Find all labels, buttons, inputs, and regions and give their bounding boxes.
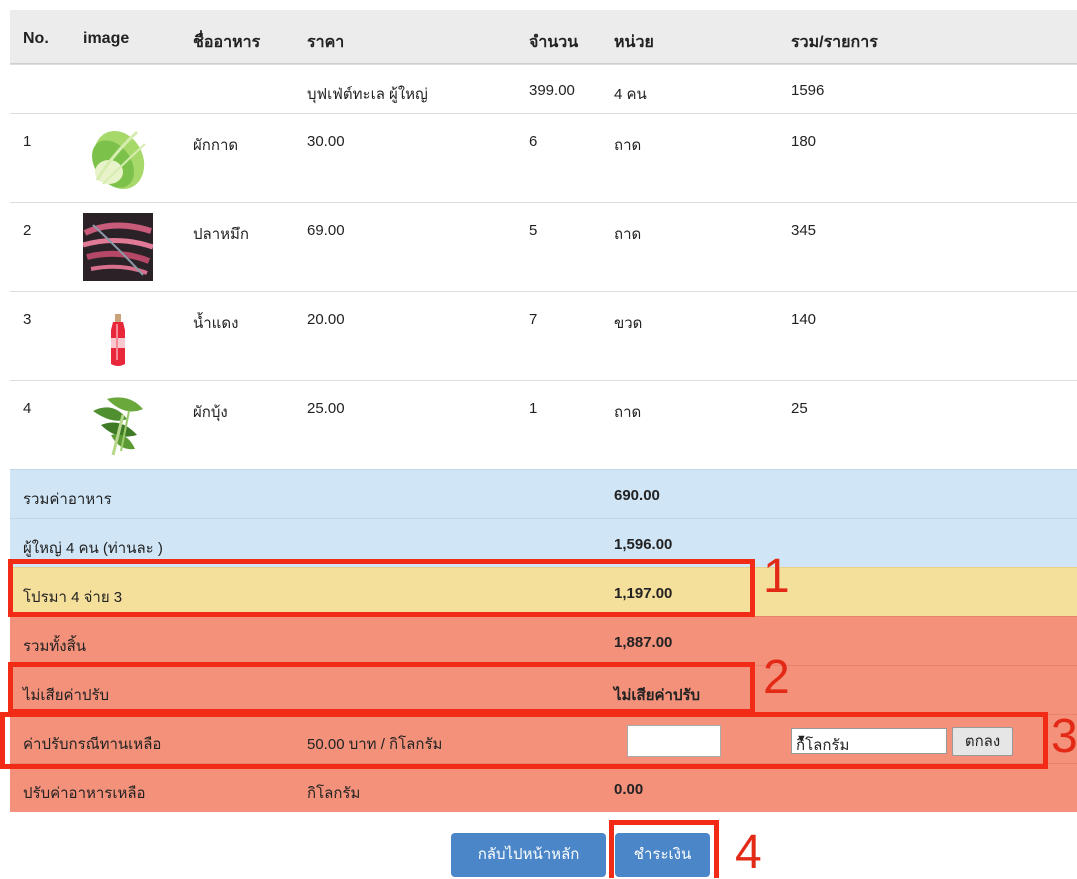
annotation-number-4: 4 xyxy=(735,826,762,879)
item-total: 140 xyxy=(791,311,817,328)
item-price: 20.00 xyxy=(307,311,345,328)
item-unit: ถาด xyxy=(614,404,642,421)
header-price: ราคา xyxy=(307,34,345,51)
table-row: 1 ผักกาด 30.00 6 ถาด 180 xyxy=(10,113,1077,202)
header-line-total: รวม/รายการ xyxy=(791,34,878,51)
item-name: ผักบุ้ง xyxy=(193,404,228,421)
adults-label: ผู้ใหญ่ 4 คน (ท่านละ ) xyxy=(23,540,163,557)
header-no: No. xyxy=(23,30,49,47)
item-name: น้ำแดง xyxy=(193,315,239,332)
item-qty: 5 xyxy=(529,222,538,239)
item-unit: ถาด xyxy=(614,137,642,154)
annotation-number-3: 3 xyxy=(1051,710,1077,763)
item-price: 30.00 xyxy=(307,133,345,150)
buffet-name: บุฟเฟ่ต์ทะเล ผู้ใหญ่ xyxy=(307,86,428,103)
adults-value: 1,596.00 xyxy=(614,536,673,553)
item-no: 3 xyxy=(23,311,32,328)
table-row: 4 ผักบุ้ง 25.00 1 ถาด 25 xyxy=(10,380,1077,469)
table-row: 3 น้ำแดง 20.00 7 ขวด 140 xyxy=(10,291,1077,380)
item-no: 4 xyxy=(23,400,32,417)
squid-image xyxy=(83,213,153,281)
grand-total-value: 1,887.00 xyxy=(614,634,673,651)
food-total-label: รวมค่าอาหาร xyxy=(23,491,112,508)
annotation-box-4 xyxy=(609,820,719,878)
annotation-box-3 xyxy=(0,712,1048,769)
item-unit: ขวด xyxy=(614,315,643,332)
morning-glory-image xyxy=(93,397,143,456)
food-total-value: 690.00 xyxy=(614,487,660,504)
table-row: 2 ปลาหมึก 69.00 5 ถาด 345 xyxy=(10,202,1077,291)
item-total: 25 xyxy=(791,400,808,417)
item-name: ผักกาด xyxy=(193,137,239,154)
item-qty: 6 xyxy=(529,133,538,150)
item-total: 345 xyxy=(791,222,817,239)
leftover-fee-value: 0.00 xyxy=(614,781,644,798)
buffet-total: 1596 xyxy=(791,82,825,99)
item-name: ปลาหมึก xyxy=(193,226,249,243)
grand-total-row: รวมทั้งสิ้น 1,887.00 xyxy=(10,616,1077,665)
annotation-box-1 xyxy=(8,559,755,617)
buffet-price: 399.00 xyxy=(529,82,575,99)
header-image: image xyxy=(83,30,130,47)
annotation-number-2: 2 xyxy=(763,651,790,704)
item-price: 25.00 xyxy=(307,400,345,417)
leftover-fee-label: ปรับค่าอาหารเหลือ xyxy=(23,785,146,802)
item-no: 1 xyxy=(23,133,32,150)
red-soda-bottle-image xyxy=(111,314,125,366)
buffet-row: บุฟเฟ่ต์ทะเล ผู้ใหญ่ 399.00 4 คน 1596 xyxy=(10,64,1077,113)
item-total: 180 xyxy=(791,133,817,150)
grand-total-label: รวมทั้งสิ้น xyxy=(23,638,86,655)
back-to-home-button[interactable]: กลับไปหน้าหลัก xyxy=(451,833,606,877)
item-no: 2 xyxy=(23,222,32,239)
leftover-fee-unit: กิโลกรัม xyxy=(307,785,361,802)
header-quantity: จำนวน xyxy=(529,34,579,51)
annotation-box-2 xyxy=(8,662,755,714)
table-header: No. image ชื่ออาหาร ราคา จำนวน หน่วย รวม… xyxy=(10,10,1077,64)
buffet-qty: 4 คน xyxy=(614,86,647,103)
lettuce-image xyxy=(92,130,146,190)
header-unit: หน่วย xyxy=(614,34,654,51)
item-unit: ถาด xyxy=(614,226,642,243)
item-qty: 7 xyxy=(529,311,538,328)
annotation-number-1: 1 xyxy=(763,550,790,603)
food-total-row: รวมค่าอาหาร 690.00 xyxy=(10,469,1077,518)
item-price: 69.00 xyxy=(307,222,345,239)
header-food-name: ชื่ออาหาร xyxy=(193,34,261,51)
leftover-fee-row: ปรับค่าอาหารเหลือ กิโลกรัม 0.00 xyxy=(10,763,1077,812)
item-qty: 1 xyxy=(529,400,538,417)
